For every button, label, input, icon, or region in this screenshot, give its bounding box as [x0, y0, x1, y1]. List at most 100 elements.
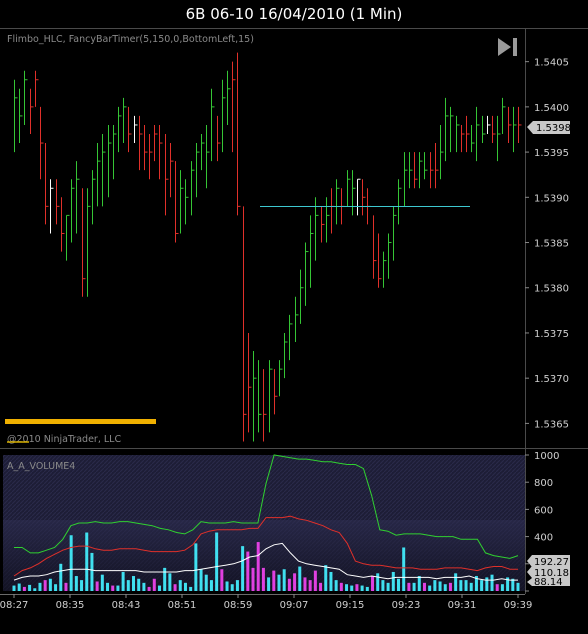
- price-bar: [398, 179, 402, 225]
- price-bar: [45, 143, 49, 225]
- volume-indicator-label: A_A_VOLUME4: [7, 461, 75, 472]
- volume-bar: [95, 581, 99, 591]
- volume-bar: [267, 577, 271, 591]
- time-tick-label: 09:15: [336, 600, 365, 611]
- price-bar: [180, 170, 184, 234]
- volume-bar: [256, 542, 260, 591]
- price-bar: [14, 79, 18, 153]
- price-indicator-label: Flimbo_HLC, FancyBarTimer(5,150,0,Bottom…: [7, 34, 254, 45]
- copyright-text: @2010 NinjaTrader, LLC: [7, 434, 121, 445]
- price-bar: [274, 369, 278, 415]
- price-axis: 1.5405 1.5400 1.5395 1.5390 1.5385 1.5380 1.53…: [525, 58, 569, 430]
- volume-bar: [417, 576, 421, 591]
- volume-bar: [116, 585, 120, 591]
- price-bar: [321, 206, 325, 243]
- price-bar: [170, 143, 174, 198]
- price-tick-label: 1.5390: [534, 193, 569, 204]
- price-tick-label: 1.5365: [534, 419, 569, 430]
- price-bar: [102, 134, 106, 207]
- volume-bar: [209, 580, 213, 591]
- price-tick-label: 1.5400: [534, 103, 569, 114]
- price-bar: [393, 206, 397, 261]
- price-bar: [206, 124, 210, 189]
- volume-bar: [59, 563, 63, 591]
- time-tick-label: 09:07: [280, 600, 309, 611]
- volume-bar: [495, 584, 499, 591]
- volume-bar: [163, 567, 167, 591]
- price-bar: [56, 179, 60, 225]
- volume-bar: [319, 582, 323, 591]
- volume-bar: [147, 586, 151, 591]
- volume-bar: [298, 566, 302, 591]
- price-bar: [118, 106, 122, 153]
- price-bar: [40, 106, 44, 180]
- chart-canvas[interactable]: 1.5405 1.5400 1.5395 1.5390 1.5385 1.5380 1.53…: [0, 0, 588, 634]
- volume-bar: [12, 585, 16, 591]
- skip-to-end-icon[interactable]: [498, 38, 517, 56]
- volume-bar: [194, 543, 198, 591]
- price-bar: [419, 152, 423, 189]
- volume-bar: [438, 581, 442, 591]
- volume-bar: [516, 582, 520, 591]
- price-bar: [300, 269, 304, 324]
- volume-tick-label: 1000: [534, 451, 559, 462]
- volume-bar: [106, 582, 110, 591]
- volume-bar: [433, 580, 437, 591]
- price-bar: [258, 360, 262, 433]
- price-bar: [87, 188, 91, 297]
- price-bar: [295, 296, 299, 342]
- price-bar: [108, 124, 112, 198]
- price-bar: [196, 143, 200, 198]
- price-bar: [388, 233, 392, 279]
- volume-bar: [261, 567, 265, 591]
- volume-bar: [168, 573, 172, 591]
- volume-marker-lower: 88.14: [527, 577, 570, 588]
- volume-bar: [189, 586, 193, 591]
- price-bar: [279, 360, 283, 397]
- price-bar: [92, 170, 96, 225]
- price-bar: [76, 161, 80, 234]
- volume-bar: [111, 585, 115, 591]
- volume-bar: [173, 584, 177, 591]
- price-bar: [362, 179, 366, 216]
- price-bar: [476, 106, 480, 162]
- volume-bar: [381, 580, 385, 591]
- time-tick-label: 09:31: [448, 600, 477, 611]
- price-bar: [149, 134, 153, 180]
- price-bar: [211, 88, 215, 162]
- volume-bar: [251, 567, 255, 591]
- price-bar: [383, 251, 387, 288]
- price-bar: [305, 242, 309, 306]
- volume-bar: [303, 577, 307, 591]
- volume-bar: [132, 576, 136, 591]
- price-tick-label: 1.5380: [534, 284, 569, 295]
- volume-bar: [64, 582, 68, 591]
- volume-bar: [293, 573, 297, 591]
- price-bar: [497, 115, 501, 162]
- price-bar: [414, 152, 418, 189]
- price-bar: [82, 188, 86, 297]
- volume-bar: [396, 578, 400, 591]
- price-bar: [35, 70, 39, 107]
- volume-bar: [137, 578, 141, 591]
- time-tick-label: 08:43: [112, 600, 141, 611]
- price-bar: [430, 152, 434, 189]
- price-bar: [347, 170, 351, 207]
- price-bar: [154, 124, 158, 162]
- volume-bar: [74, 576, 78, 591]
- price-bar: [289, 314, 293, 361]
- price-bar: [502, 97, 506, 134]
- volume-bar: [500, 584, 504, 591]
- volume-bar: [308, 580, 312, 591]
- price-bar: [482, 115, 486, 144]
- volume-bar: [376, 573, 380, 591]
- volume-bar: [220, 569, 224, 591]
- price-bar: [232, 61, 236, 153]
- volume-bar: [277, 574, 281, 591]
- price-bar: [123, 97, 127, 144]
- time-tick-label: 08:27: [0, 600, 28, 611]
- price-bar: [113, 124, 117, 180]
- volume-bar: [287, 578, 291, 591]
- price-bar: [352, 170, 356, 216]
- price-bar: [378, 233, 382, 288]
